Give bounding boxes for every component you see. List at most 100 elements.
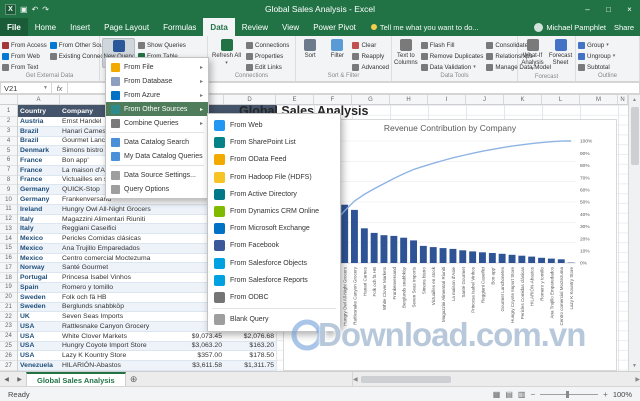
flash-fill-button[interactable]: Flash Fill xyxy=(421,40,484,50)
menu-item-from-azure[interactable]: From Azure▸ xyxy=(106,88,208,102)
vertical-scrollbar[interactable]: ▲ ▼ xyxy=(628,95,640,371)
ribbon-tab-view[interactable]: View xyxy=(275,18,306,36)
sheet-nav-left-icon[interactable]: ◀ xyxy=(0,372,13,386)
cell-country[interactable]: Denmark xyxy=(18,146,60,155)
submenu-item-from-odbc[interactable]: From ODBC xyxy=(208,289,340,306)
row-header-1[interactable]: 1 xyxy=(0,105,17,117)
row-header-13[interactable]: 13 xyxy=(0,224,17,234)
page-break-view-icon[interactable]: ▥ xyxy=(518,390,526,399)
cell-company[interactable]: Centro comercial Moctezuma xyxy=(60,254,172,263)
what-if-analysis-button[interactable]: What-If Analysis▾ xyxy=(520,38,545,73)
row-header-17[interactable]: 17 xyxy=(0,263,17,273)
ribbon-tab-insert[interactable]: Insert xyxy=(63,18,97,36)
save-icon[interactable]: ▣ xyxy=(20,5,28,14)
cell-company[interactable]: HILARIÓN-Abastos xyxy=(60,361,172,370)
cell-country[interactable]: Brazil xyxy=(18,137,60,146)
column-header-e[interactable]: E xyxy=(276,95,314,104)
column-header-f[interactable]: F xyxy=(314,95,352,104)
row-header-9[interactable]: 9 xyxy=(0,185,17,195)
cell-company[interactable]: Pericles Comidas clásicas xyxy=(60,234,172,243)
cell-country[interactable]: Italy xyxy=(18,215,60,224)
from-text-button[interactable]: From Text xyxy=(2,62,47,72)
cell-profit[interactable]: $1,311.75 xyxy=(224,361,276,370)
column-header-i[interactable]: I xyxy=(428,95,466,104)
cell-country[interactable]: USA xyxy=(18,322,60,331)
cell-company[interactable]: Lazy K Kountry Store xyxy=(60,351,172,360)
row-header-26[interactable]: 26 xyxy=(0,351,17,361)
menu-item-from-other-sources[interactable]: From Other Sources▸ xyxy=(106,102,208,116)
row-header-3[interactable]: 3 xyxy=(0,127,17,137)
row-header-20[interactable]: 20 xyxy=(0,293,17,303)
remove-duplicates-button[interactable]: Remove Duplicates xyxy=(421,51,484,61)
row-header-6[interactable]: 6 xyxy=(0,156,17,166)
column-header-g[interactable]: G xyxy=(352,95,390,104)
column-header-j[interactable]: J xyxy=(466,95,504,104)
group-button[interactable]: Group▾ xyxy=(578,40,615,50)
cell-country[interactable]: France xyxy=(18,156,60,165)
scroll-up-icon[interactable]: ▲ xyxy=(632,95,637,105)
ribbon-tab-power-pivot[interactable]: Power Pivot xyxy=(306,18,363,36)
row-header-22[interactable]: 22 xyxy=(0,312,17,322)
cell-profit[interactable]: $163.20 xyxy=(224,342,276,351)
menu-item-data-catalog-search[interactable]: Data Catalog Search xyxy=(106,135,208,149)
cell-country[interactable]: Germany xyxy=(18,195,60,204)
cell-country[interactable]: USA xyxy=(18,342,60,351)
row-header-12[interactable]: 12 xyxy=(0,215,17,225)
connections-button[interactable]: Connections xyxy=(246,40,289,50)
edit-links-button[interactable]: Edit Links xyxy=(246,62,289,72)
row-header-23[interactable]: 23 xyxy=(0,322,17,332)
forecast-sheet-button[interactable]: Forecast Sheet xyxy=(548,38,573,66)
column-header-h[interactable]: H xyxy=(390,95,428,104)
clear-button[interactable]: Clear xyxy=(352,40,389,50)
submenu-item-from-odata-feed[interactable]: From OData Feed xyxy=(208,151,340,168)
cell-country[interactable]: Brazil xyxy=(18,127,60,136)
submenu-item-from-hadoop-file-hdfs[interactable]: From Hadoop File (HDFS) xyxy=(208,169,340,186)
row-header-15[interactable]: 15 xyxy=(0,244,17,254)
row-header-7[interactable]: 7 xyxy=(0,166,17,176)
from-access-button[interactable]: From Access xyxy=(2,40,47,50)
submenu-item-from-salesforce-objects[interactable]: From Salesforce Objects xyxy=(208,255,340,272)
row-header-21[interactable]: 21 xyxy=(0,303,17,313)
cell-profit[interactable]: $178.50 xyxy=(224,351,276,360)
cell-country[interactable]: Spain xyxy=(18,283,60,292)
ungroup-button[interactable]: Ungroup▾ xyxy=(578,51,615,61)
submenu-item-from-facebook[interactable]: From Facebook xyxy=(208,237,340,254)
cell-company[interactable]: Magazzini Alimentari Riuniti xyxy=(60,215,172,224)
menu-item-my-data-catalog-queries[interactable]: My Data Catalog Queries xyxy=(106,149,208,163)
cell-company[interactable]: Princesa Isabel Vinhos xyxy=(60,273,172,282)
cell-country[interactable]: France xyxy=(18,176,60,185)
row-header-19[interactable]: 19 xyxy=(0,283,17,293)
submenu-item-from-salesforce-reports[interactable]: From Salesforce Reports xyxy=(208,272,340,289)
cell-country[interactable]: Austria xyxy=(18,117,60,126)
fx-icon[interactable]: fx xyxy=(52,82,68,94)
column-header-a[interactable]: A xyxy=(18,95,60,104)
row-header-11[interactable]: 11 xyxy=(0,205,17,215)
cell-country[interactable]: Venezuela xyxy=(18,361,60,370)
column-header-l[interactable]: L xyxy=(542,95,580,104)
normal-view-icon[interactable]: ▦ xyxy=(493,390,501,399)
from-web-button[interactable]: From Web xyxy=(2,51,47,61)
ribbon-tab-formulas[interactable]: Formulas xyxy=(156,18,203,36)
cell-country[interactable]: Sweden xyxy=(18,303,60,312)
horizontal-scrollbar[interactable]: ◀ ▶ xyxy=(352,372,640,386)
scroll-down-icon[interactable]: ▼ xyxy=(632,361,637,371)
scroll-left-icon[interactable]: ◀ xyxy=(353,376,358,383)
cell-country[interactable]: Italy xyxy=(18,224,60,233)
reapply-button[interactable]: Reapply xyxy=(352,51,389,61)
page-layout-view-icon[interactable]: ▤ xyxy=(505,390,513,399)
tell-me-box[interactable]: Tell me what you want to do... xyxy=(363,18,487,36)
cell-country[interactable]: Mexico xyxy=(18,254,60,263)
row-header-14[interactable]: 14 xyxy=(0,234,17,244)
column-header-d[interactable]: D xyxy=(224,95,276,104)
refresh-all-button[interactable]: Refresh All▾ xyxy=(210,38,243,66)
account-user[interactable]: Michael Pamphlet xyxy=(534,23,606,32)
scroll-right-icon[interactable]: ▶ xyxy=(635,376,640,383)
sheet-tab-active[interactable]: Global Sales Analysis xyxy=(26,372,126,386)
table-header-country[interactable]: Country xyxy=(18,105,60,117)
properties-button[interactable]: Properties xyxy=(246,51,289,61)
filter-button[interactable]: Filter xyxy=(325,38,349,60)
menu-item-combine-queries[interactable]: Combine Queries▸ xyxy=(106,116,208,130)
zoom-slider-knob[interactable] xyxy=(566,391,569,398)
cell-company[interactable]: Rattlesnake Canyon Grocery xyxy=(60,322,172,331)
row-header-16[interactable]: 16 xyxy=(0,254,17,264)
